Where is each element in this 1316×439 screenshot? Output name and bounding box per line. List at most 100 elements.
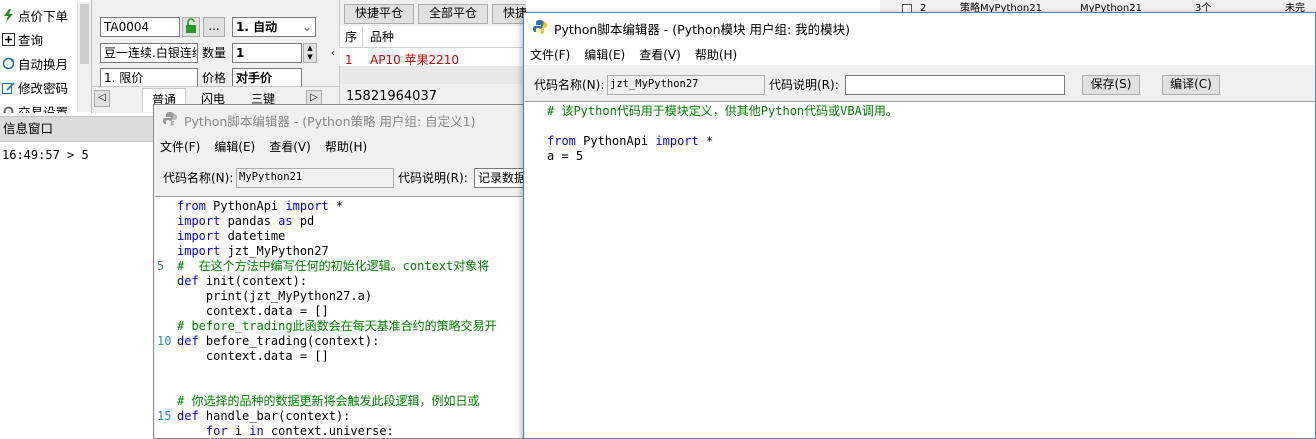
save-button[interactable]: 保存(S) [1082, 75, 1140, 95]
code-token: def [177, 334, 199, 348]
code-token: i [227, 424, 250, 438]
close-all-button[interactable]: 全部平仓 [418, 4, 488, 24]
python-icon [532, 19, 548, 38]
window-titlebar[interactable]: Python脚本编辑器 - (Python策略 用户组: 自定义1) [154, 105, 532, 135]
order-panel: TA0004 ... 1. 自动 ⌄ 豆一连续.白银连续 数量 1 ▲ ▼ 1. … [92, 0, 340, 113]
code-line: import pandas as pd [177, 214, 497, 229]
menu-item-auto-roll[interactable]: 自动换月 [2, 52, 68, 74]
menu-help[interactable]: 帮助(H) [325, 138, 367, 155]
code-token: in [249, 424, 264, 438]
menu-item-trade-settings[interactable]: 交易设置 [2, 100, 68, 113]
menu-file[interactable]: 文件(F) [530, 46, 570, 63]
code-line: import datetime [177, 229, 497, 244]
menu-scrollbar[interactable] [77, 2, 91, 112]
code-token: def [177, 274, 199, 288]
account-select[interactable]: 豆一连续.白银连续 [100, 43, 198, 63]
window-title: Python脚本编辑器 - (Python模块 用户组: 我的模块) [554, 21, 851, 37]
code-line: # before_trading此函数会在每天基准合约的策略交易开 [177, 319, 497, 334]
code-name-label: 代码名称(N): [534, 78, 605, 92]
code-line: print(jzt_MyPython27.a) [177, 289, 497, 304]
code-token: def [177, 409, 199, 423]
code-name-field[interactable]: MyPython21 [236, 168, 394, 188]
code-token: from [547, 134, 576, 148]
code-token: import [285, 199, 329, 213]
code-token: context.data = [] [177, 349, 329, 363]
edit-icon [2, 81, 15, 94]
python-icon [162, 111, 178, 130]
code-token: import [177, 244, 221, 258]
compile-button[interactable]: 编译(C) [1162, 75, 1220, 95]
code-token: # 该Python代码用于模块定义，供其他Python代码或VBA调用。 [547, 104, 898, 118]
code-token: pd [292, 214, 315, 228]
position-toolbar: 快捷平仓 全部平仓 快捷反手 [340, 0, 526, 26]
menu-item-label: 交易设置 [18, 104, 69, 114]
menu-view[interactable]: 查看(V) [639, 46, 681, 63]
table-row[interactable]: 1 AP10 苹果2210 [340, 48, 526, 67]
code-token: context.data = [] [177, 304, 329, 318]
lightning-icon [2, 8, 15, 22]
tab-scroll-left-button[interactable]: ◁ [94, 90, 110, 107]
menu-item-label: 自动换月 [18, 56, 69, 72]
code-editor[interactable]: 5 10 15 from PythonApi import * import pa… [155, 196, 532, 438]
chevron-down-icon: ⌄ [301, 20, 312, 34]
line-number: 10 [157, 334, 172, 348]
collapse-arrow-button[interactable]: ‹ [326, 48, 340, 66]
code-token: as [278, 214, 293, 228]
code-line: # 在这个方法中编写任何的初始化逻辑。context对象将 [177, 259, 497, 274]
table-scrollbar[interactable] [340, 66, 526, 84]
price-input[interactable]: 对手价 [232, 68, 302, 88]
code-editor[interactable]: # 该Python代码用于模块定义，供其他Python代码或VBA调用。 from… [525, 101, 1315, 438]
code-token: PythonApi [205, 199, 286, 213]
quick-reverse-button[interactable]: 快捷反手 [492, 4, 526, 24]
menu-item-change-password[interactable]: 修改密码 [2, 76, 68, 98]
code-name-field[interactable]: jzt_MyPython27 [607, 75, 765, 95]
code-token: handle_bar(context): [198, 409, 351, 423]
menu-file[interactable]: 文件(F) [160, 138, 200, 155]
module-editor-window: Python脚本编辑器 - (Python模块 用户组: 我的模块) 文件(F)… [523, 12, 1316, 439]
code-token: PythonApi [575, 134, 656, 148]
code-line: import jzt_MyPython27 [177, 244, 497, 259]
code-line: def init(context): [177, 274, 497, 289]
menu-edit[interactable]: 编辑(E) [214, 138, 255, 155]
lock-button[interactable] [182, 17, 200, 37]
col-seq: 序 [345, 30, 358, 44]
code-token: import [177, 229, 221, 243]
code-line: context.data = [] [177, 304, 497, 319]
unlock-icon [186, 18, 196, 33]
price-type-select[interactable]: 1. 限价 [100, 68, 198, 88]
code-token: * [328, 199, 344, 213]
line-number: 5 [157, 259, 165, 273]
menu-help[interactable]: 帮助(H) [695, 46, 737, 63]
quick-menu: 点价下单 查询 自动换月 修改密码 交易设置 [0, 0, 92, 113]
qty-stepper[interactable]: ▲ ▼ [303, 43, 317, 63]
code-desc-label: 代码说明(R): [398, 171, 468, 185]
code-token: before_trading(context): [198, 334, 380, 348]
menu-edit[interactable]: 编辑(E) [584, 46, 625, 63]
scrollbar-thumb[interactable] [80, 4, 89, 64]
code-token: import [177, 214, 221, 228]
settings-icon [2, 105, 15, 113]
position-table-header: 序 品种 [340, 26, 526, 48]
more-button[interactable]: ... [203, 17, 225, 37]
line-number: 15 [157, 409, 172, 423]
mode-select[interactable]: 1. 自动 ⌄ [232, 17, 316, 37]
menu-item-label: 点价下单 [18, 8, 69, 24]
quick-close-button[interactable]: 快捷平仓 [344, 4, 414, 24]
code-token: jzt_MyPython27 [220, 244, 329, 258]
col-product: 品种 [370, 30, 395, 44]
menu-item-click-order[interactable]: 点价下单 [2, 4, 68, 26]
code-token: from [177, 199, 206, 213]
code-line: def handle_bar(context): [177, 409, 497, 424]
qty-input[interactable]: 1 [232, 43, 302, 63]
window-titlebar[interactable]: Python脚本编辑器 - (Python模块 用户组: 我的模块) [524, 13, 1315, 43]
refresh-icon [2, 57, 15, 70]
contract-input[interactable]: TA0004 [100, 17, 180, 37]
menu-view[interactable]: 查看(V) [269, 138, 311, 155]
code-desc-field[interactable] [845, 75, 1065, 95]
qty-label: 数量 [202, 46, 227, 60]
code-token: datetime [220, 229, 286, 243]
info-window-title: 信息窗口 [3, 121, 54, 136]
menu-item-query[interactable]: 查询 [2, 28, 43, 50]
